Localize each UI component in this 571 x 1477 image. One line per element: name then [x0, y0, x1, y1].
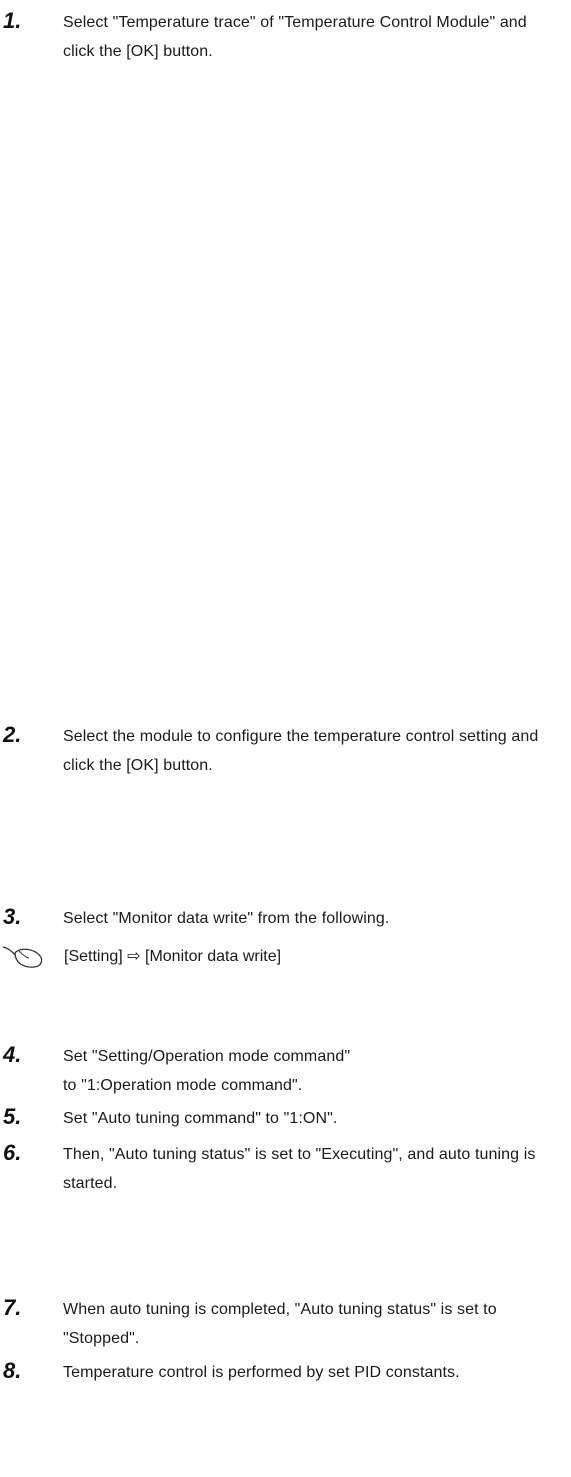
step-number: 3.	[3, 904, 22, 929]
step-number: 8.	[3, 1358, 22, 1383]
step-number: 5.	[3, 1104, 22, 1129]
menu-path-text: [Setting] ⇨ [Monitor data write]	[64, 948, 282, 965]
step-number: 7.	[3, 1295, 22, 1320]
step-text: When auto tuning is completed, "Auto tun…	[63, 1301, 497, 1347]
step-text: Temperature control is performed by set …	[63, 1364, 460, 1381]
step-text: Then, "Auto tuning status" is set to "Ex…	[63, 1146, 536, 1192]
step-number: 1.	[3, 8, 22, 33]
step-text: Select "Temperature trace" of "Temperatu…	[63, 14, 527, 60]
mouse-icon	[2, 945, 46, 969]
step-text: Set "Auto tuning command" to "1:ON".	[63, 1110, 338, 1127]
step-text: Select the module to configure the tempe…	[63, 728, 539, 774]
step-number: 4.	[3, 1042, 22, 1067]
step-text: Select "Monitor data write" from the fol…	[63, 910, 390, 927]
step-number: 2.	[3, 722, 22, 747]
step-number: 6.	[3, 1140, 22, 1165]
step-text: Set "Setting/Operation mode command" to …	[63, 1048, 351, 1094]
